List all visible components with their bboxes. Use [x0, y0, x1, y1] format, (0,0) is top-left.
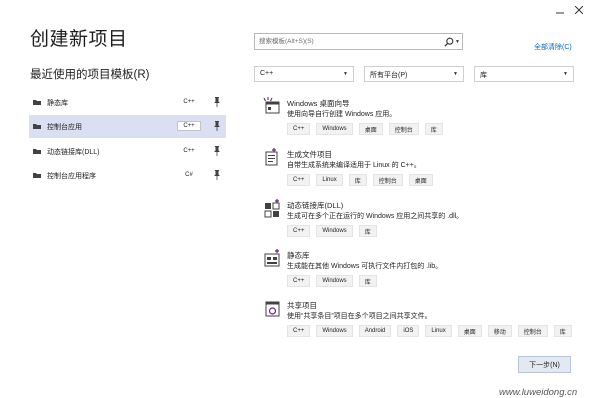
tag: 库	[358, 275, 377, 287]
folder-icon	[33, 149, 41, 154]
language-filter[interactable]: C++ ▼	[254, 66, 354, 82]
template-tags: C++ Windows 库	[287, 275, 377, 287]
recent-item-console-app-csharp[interactable]: 控制台应用程序 C#	[29, 164, 226, 187]
search-icon[interactable]	[444, 37, 454, 47]
tag: 桌面	[408, 174, 433, 186]
recent-item-console-app[interactable]: 控制台应用 C++	[29, 115, 226, 138]
clear-all-link[interactable]: 全部清除(C)	[534, 42, 572, 52]
tag: 库	[424, 123, 443, 135]
template-description: 使用向导自行创建 Windows 应用。	[287, 111, 397, 118]
page-title: 创建新项目	[30, 29, 128, 50]
tag: Linux	[425, 325, 452, 337]
tag: 库	[348, 174, 367, 186]
minimize-icon	[556, 12, 564, 14]
project-type-filter-value: 库	[480, 72, 487, 79]
recent-item-name: 动态链接库(DLL)	[47, 149, 100, 156]
template-tags: C++ Windows Android iOS Linux 桌面 移动 控制台 …	[287, 325, 572, 337]
template-shared-project[interactable]: 共享项目 使用“共享条目”项目在多个项目之间共享文件。 C++ Windows …	[260, 299, 590, 347]
tag: Windows	[316, 123, 353, 135]
tag: Windows	[316, 325, 353, 337]
tag: 库	[553, 325, 572, 337]
tag: 控制台	[372, 174, 403, 186]
template-name: 生成文件项目	[287, 150, 332, 159]
tag: C++	[287, 123, 311, 135]
template-windows-desktop-wizard[interactable]: Windows 桌面向导 使用向导自行创建 Windows 应用。 C++ Wi…	[260, 97, 590, 145]
template-tags: C++ Linux 库 控制台 桌面	[287, 174, 433, 186]
tag: 库	[358, 225, 377, 237]
tag: 桌面	[358, 123, 383, 135]
tag: 控制台	[388, 123, 419, 135]
close-icon	[575, 6, 583, 14]
template-name: Windows 桌面向导	[287, 99, 350, 108]
template-description: 生成可在多个正在运行的 Windows 应用之间共享的 .dll。	[287, 213, 464, 220]
tag: 控制台	[517, 325, 548, 337]
search-input[interactable]	[259, 36, 439, 47]
template-tags: C++ Windows 库	[287, 225, 377, 237]
shared-project-icon	[265, 301, 280, 317]
folder-icon	[33, 100, 41, 105]
tag: C++	[287, 275, 311, 287]
tag: 桌面	[457, 325, 482, 337]
language-badge: C++	[183, 148, 195, 154]
tag: C++	[287, 225, 311, 237]
minimize-button[interactable]	[552, 4, 568, 16]
next-button[interactable]: 下一步(N)	[518, 356, 571, 373]
template-tags: C++ Windows 桌面 控制台 库	[287, 123, 443, 135]
close-button[interactable]	[571, 4, 587, 16]
template-description: 生成能在其他 Windows 可执行文件内打包的 .lib。	[287, 263, 443, 270]
template-name: 静态库	[287, 251, 310, 260]
desktop-wizard-icon	[263, 97, 280, 114]
tag: Windows	[316, 225, 353, 237]
folder-icon	[33, 173, 41, 178]
project-type-filter[interactable]: 库 ▼	[474, 66, 574, 82]
search-box[interactable]: ▼	[254, 33, 463, 50]
makefile-project-icon	[265, 148, 278, 166]
dll-icon	[264, 199, 280, 218]
template-name: 动态链接库(DLL)	[287, 201, 344, 210]
platform-filter[interactable]: 所有平台(P) ▼	[364, 66, 464, 82]
chevron-down-icon: ▼	[563, 71, 568, 77]
tag: iOS	[397, 325, 420, 337]
language-badge: C#	[185, 172, 193, 178]
tag: 移动	[487, 325, 512, 337]
language-badge: C++	[183, 99, 195, 105]
tag: Windows	[316, 275, 353, 287]
chevron-down-icon: ▼	[343, 71, 348, 77]
watermark: www.luweidong.cn	[499, 387, 578, 398]
search-options-chevron-icon[interactable]: ▼	[455, 39, 460, 45]
language-badge: C++	[177, 121, 201, 131]
template-description: 使用“共享条目”项目在多个项目之间共享文件。	[287, 313, 432, 320]
platform-filter-value: 所有平台(P)	[370, 72, 408, 79]
recent-templates-heading: 最近使用的项目模板(R)	[30, 69, 150, 81]
folder-icon	[33, 124, 41, 129]
pin-icon[interactable]	[213, 97, 221, 107]
static-library-icon	[264, 249, 280, 267]
pin-icon[interactable]	[213, 170, 221, 180]
tag: Linux	[316, 174, 343, 186]
recent-item-dll[interactable]: 动态链接库(DLL) C++	[29, 140, 226, 163]
template-static-library[interactable]: 静态库 生成能在其他 Windows 可执行文件内打包的 .lib。 C++ W…	[260, 249, 590, 297]
recent-item-static-library[interactable]: 静态库 C++	[29, 91, 226, 114]
tag: Android	[358, 325, 392, 337]
recent-item-name: 控制台应用	[47, 124, 82, 131]
recent-item-name: 静态库	[47, 100, 68, 107]
template-description: 自带生成系统来编译适用于 Linux 的 C++。	[287, 162, 421, 169]
pin-icon[interactable]	[213, 146, 221, 156]
template-makefile-project[interactable]: 生成文件项目 自带生成系统来编译适用于 Linux 的 C++。 C++ Lin…	[260, 148, 590, 196]
chevron-down-icon: ▼	[453, 71, 458, 77]
recent-item-name: 控制台应用程序	[47, 173, 96, 180]
template-name: 共享项目	[287, 301, 317, 310]
pin-icon[interactable]	[213, 121, 221, 131]
tag: C++	[287, 174, 311, 186]
template-dll[interactable]: 动态链接库(DLL) 生成可在多个正在运行的 Windows 应用之间共享的 .…	[260, 199, 590, 247]
tag: C++	[287, 325, 311, 337]
language-filter-value: C++	[260, 70, 274, 77]
